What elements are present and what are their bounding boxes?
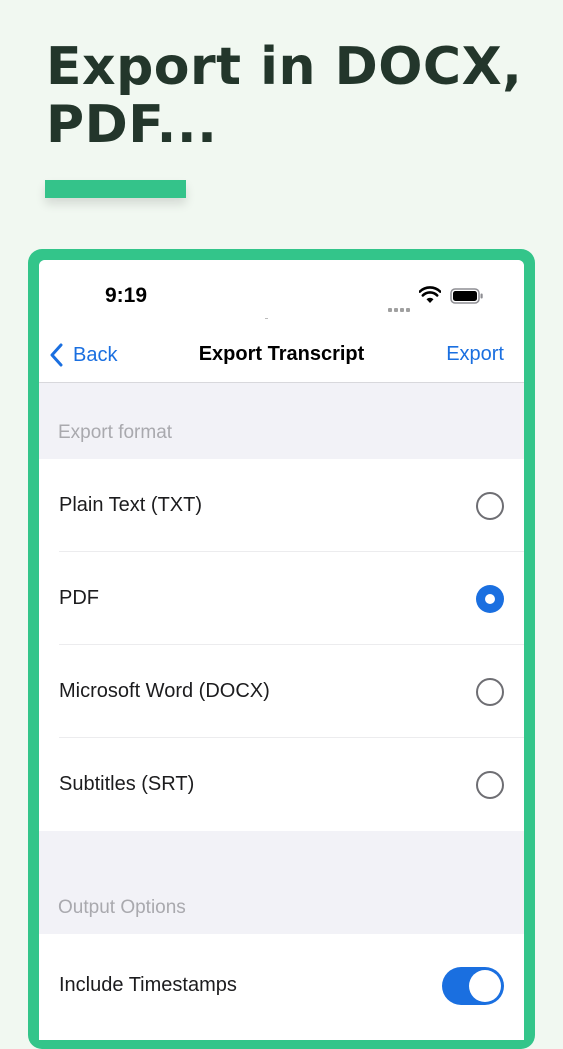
option-include-timestamps[interactable]: Include Timestamps: [39, 934, 524, 1027]
export-format-header: Export format: [58, 422, 173, 443]
format-option-label: PDF: [59, 587, 99, 609]
battery-icon: [450, 288, 483, 304]
export-button[interactable]: Export: [446, 343, 504, 366]
output-options-list: Include Timestamps: [39, 934, 524, 1040]
headline-line-1: Export in DOCX,: [46, 37, 523, 97]
headline-accent-bar: [45, 180, 186, 198]
toggle-knob: [469, 970, 501, 1002]
output-options-header: Output Options: [58, 897, 186, 918]
headline: Export in DOCX, PDF...: [46, 38, 546, 154]
format-option-txt[interactable]: Plain Text (TXT): [39, 459, 524, 552]
format-option-label: Microsoft Word (DOCX): [59, 680, 270, 702]
radio-selected-icon[interactable]: [476, 584, 504, 613]
format-option-docx[interactable]: Microsoft Word (DOCX): [39, 645, 524, 738]
option-label: Include Timestamps: [59, 974, 237, 996]
timestamps-toggle[interactable]: [442, 967, 504, 1005]
format-option-pdf[interactable]: PDF: [39, 552, 524, 645]
format-option-label: Subtitles (SRT): [59, 773, 195, 795]
navigation-bar: Back Export Transcript Export: [39, 332, 524, 383]
status-bar: 9:19: [39, 260, 524, 332]
radio-unselected-icon[interactable]: [476, 677, 504, 706]
status-time: 9:19: [105, 284, 148, 307]
phone-screen: 9:19 Back Export Transcript Export Expor…: [39, 260, 524, 1040]
export-format-list: Plain Text (TXT) PDF Microsoft Word (DOC…: [39, 459, 524, 831]
format-option-label: Plain Text (TXT): [59, 494, 202, 516]
format-option-srt[interactable]: Subtitles (SRT): [39, 738, 524, 831]
radio-unselected-icon[interactable]: [476, 770, 504, 799]
headline-line-2: PDF...: [46, 95, 218, 155]
cellular-signal-icon: [388, 299, 412, 312]
radio-unselected-icon[interactable]: [476, 491, 504, 520]
home-indicator-dot: [265, 318, 268, 319]
wifi-icon: [419, 286, 441, 303]
